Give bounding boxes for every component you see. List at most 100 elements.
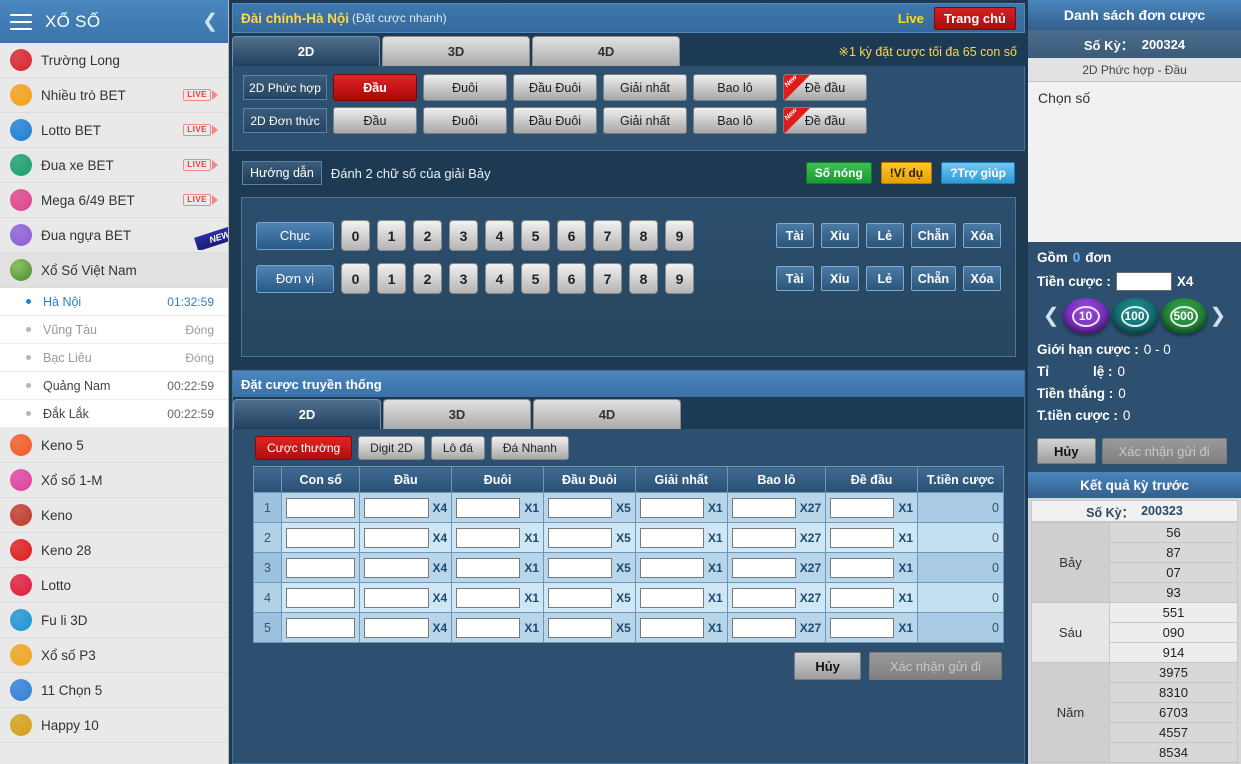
sidebar-item-truong-long[interactable]: Trường Long xyxy=(0,43,228,78)
digit-button-chuc-5[interactable]: 5 xyxy=(521,220,550,251)
digit-button-on-vi-5[interactable]: 5 xyxy=(521,263,550,294)
amount-input[interactable] xyxy=(1115,272,1172,291)
draw-item-bac-lieu[interactable]: Bạc Liêu Đóng xyxy=(0,344,228,372)
digit-button-on-vi-4[interactable]: 4 xyxy=(485,263,514,294)
traditional-tab-2d[interactable]: 2D xyxy=(233,399,381,429)
input-au-3[interactable] xyxy=(364,557,429,578)
sidebar-item-xoso-vietnam[interactable]: Xổ Số Việt Nam xyxy=(0,253,228,288)
sidebar-item-keno-5[interactable]: Keno 5 xyxy=(0,428,228,463)
digit-button-chuc-3[interactable]: 3 xyxy=(449,220,478,251)
bet-type-button-2d-phuc-hop-uoi[interactable]: Đuôi xyxy=(423,74,507,101)
bet-type-button-2d-phuc-hop-bao-lo[interactable]: Bao lô xyxy=(693,74,777,101)
sidebar-item-nhieu-tro-bet[interactable]: Nhiều trò BET LIVE xyxy=(0,78,228,113)
bet-slip-cancel-button[interactable]: Hủy xyxy=(1037,438,1096,464)
sidebar-item-happy-10[interactable]: Happy 10 xyxy=(0,708,228,743)
digit-button-on-vi-0[interactable]: 0 xyxy=(341,263,370,294)
digit-button-chuc-4[interactable]: 4 xyxy=(485,220,514,251)
input-e-au-5[interactable] xyxy=(830,617,895,638)
input-au-uoi-2[interactable] xyxy=(548,527,613,548)
input-au-5[interactable] xyxy=(364,617,429,638)
input-uoi-2[interactable] xyxy=(456,527,521,548)
digit-button-chuc-7[interactable]: 7 xyxy=(593,220,622,251)
chip-500[interactable]: 500 xyxy=(1160,298,1207,334)
input-au-uoi-4[interactable] xyxy=(548,587,613,608)
mini-tab-cuoc-thuong[interactable]: Cược thường xyxy=(255,436,353,460)
bet-type-button-2d-phuc-hop-giai-nhat[interactable]: Giải nhất xyxy=(603,74,687,101)
op-button-on-vi-xoa[interactable]: Xóa xyxy=(963,266,1001,291)
input-con-so-1[interactable] xyxy=(286,497,356,518)
bet-type-button-2d-phuc-hop-au[interactable]: Đầu xyxy=(333,74,417,101)
traditional-tab-3d[interactable]: 3D xyxy=(383,399,531,429)
input-au-uoi-5[interactable] xyxy=(548,617,613,638)
input-e-au-1[interactable] xyxy=(830,497,895,518)
input-giai-nhat-2[interactable] xyxy=(639,527,704,548)
sidebar-item-fu-li-3d[interactable]: Fu li 3D xyxy=(0,603,228,638)
chevron-left-icon[interactable]: ❮ xyxy=(1043,306,1060,326)
op-button-on-vi-chan[interactable]: Chẵn xyxy=(910,266,956,291)
digit-button-chuc-2[interactable]: 2 xyxy=(413,220,442,251)
input-uoi-5[interactable] xyxy=(456,617,521,638)
digit-button-on-vi-2[interactable]: 2 xyxy=(413,263,442,294)
input-con-so-4[interactable] xyxy=(286,587,356,608)
bet-type-button-2d-on-thuc-au-uoi[interactable]: Đầu Đuôi xyxy=(513,107,597,134)
tab-3d[interactable]: 3D xyxy=(382,36,530,66)
input-con-so-5[interactable] xyxy=(286,617,356,638)
input-au-4[interactable] xyxy=(364,587,429,608)
sidebar-item-xo-so-p3[interactable]: Xổ số P3 xyxy=(0,638,228,673)
input-e-au-2[interactable] xyxy=(830,527,895,548)
traditional-tab-4d[interactable]: 4D xyxy=(533,399,681,429)
input-giai-nhat-5[interactable] xyxy=(639,617,704,638)
input-au-uoi-3[interactable] xyxy=(548,557,613,578)
hamburger-icon[interactable] xyxy=(10,13,32,30)
sidebar-item-lotto[interactable]: Lotto xyxy=(0,568,228,603)
traditional-cancel-button[interactable]: Hủy xyxy=(794,652,861,680)
home-button[interactable]: Trang chủ xyxy=(933,6,1016,30)
mini-tab-a-nhanh[interactable]: Đá Nhanh xyxy=(490,436,569,460)
bet-slip-confirm-button[interactable]: Xác nhận gửi đi xyxy=(1101,438,1227,464)
input-au-2[interactable] xyxy=(364,527,429,548)
sidebar-item-keno-28[interactable]: Keno 28 xyxy=(0,533,228,568)
example-button[interactable]: !Ví dụ xyxy=(880,162,933,184)
chevron-left-icon[interactable]: ❮ xyxy=(202,12,218,31)
chip-100[interactable]: 100 xyxy=(1111,298,1158,334)
input-bao-lo-4[interactable] xyxy=(731,587,796,608)
op-button-on-vi-xiu[interactable]: Xỉu xyxy=(820,266,859,291)
input-uoi-4[interactable] xyxy=(456,587,521,608)
input-giai-nhat-3[interactable] xyxy=(639,557,704,578)
traditional-confirm-button[interactable]: Xác nhận gửi đi xyxy=(868,652,1002,680)
sidebar-item-lotto-bet[interactable]: Lotto BET LIVE xyxy=(0,113,228,148)
number-row-label-chuc[interactable]: Chục xyxy=(256,221,334,250)
bet-type-button-2d-phuc-hop-e-au[interactable]: New Đề đầu xyxy=(783,74,867,101)
chevron-right-icon[interactable]: ❯ xyxy=(1210,306,1227,326)
input-e-au-3[interactable] xyxy=(830,557,895,578)
op-button-on-vi-le[interactable]: Lẻ xyxy=(865,266,904,291)
draw-item-ha-noi[interactable]: Hà Nội 01:32:59 xyxy=(0,288,228,316)
input-bao-lo-5[interactable] xyxy=(731,617,796,638)
bet-type-button-2d-on-thuc-au[interactable]: Đầu xyxy=(333,107,417,134)
input-con-so-3[interactable] xyxy=(286,557,356,578)
sidebar-item-xo-so-1-m[interactable]: Xổ số 1-M xyxy=(0,463,228,498)
digit-button-on-vi-8[interactable]: 8 xyxy=(629,263,658,294)
draw-item-ak-lak[interactable]: Đắk Lắk 00:22:59 xyxy=(0,400,228,428)
input-uoi-1[interactable] xyxy=(456,497,521,518)
hot-numbers-button[interactable]: Số nóng xyxy=(805,162,872,184)
bet-type-button-2d-on-thuc-uoi[interactable]: Đuôi xyxy=(423,107,507,134)
digit-button-on-vi-6[interactable]: 6 xyxy=(557,263,586,294)
digit-button-chuc-9[interactable]: 9 xyxy=(665,220,694,251)
number-row-label-on-vi[interactable]: Đơn vị xyxy=(256,264,334,293)
chip-10[interactable]: 10 xyxy=(1062,298,1109,334)
digit-button-on-vi-1[interactable]: 1 xyxy=(377,263,406,294)
input-con-so-2[interactable] xyxy=(286,527,356,548)
bet-type-button-2d-on-thuc-e-au[interactable]: New Đề đầu xyxy=(783,107,867,134)
help-button[interactable]: ?Trợ giúp xyxy=(941,162,1015,184)
digit-button-on-vi-9[interactable]: 9 xyxy=(665,263,694,294)
input-bao-lo-1[interactable] xyxy=(731,497,796,518)
op-button-on-vi-tai[interactable]: Tài xyxy=(775,266,814,291)
mini-tab-lo-a[interactable]: Lô đá xyxy=(430,436,485,460)
sidebar-item-11-chon-5[interactable]: 11 Chọn 5 xyxy=(0,673,228,708)
input-giai-nhat-1[interactable] xyxy=(639,497,704,518)
digit-button-chuc-6[interactable]: 6 xyxy=(557,220,586,251)
tab-2d[interactable]: 2D xyxy=(232,36,380,66)
input-e-au-4[interactable] xyxy=(830,587,895,608)
digit-button-on-vi-3[interactable]: 3 xyxy=(449,263,478,294)
